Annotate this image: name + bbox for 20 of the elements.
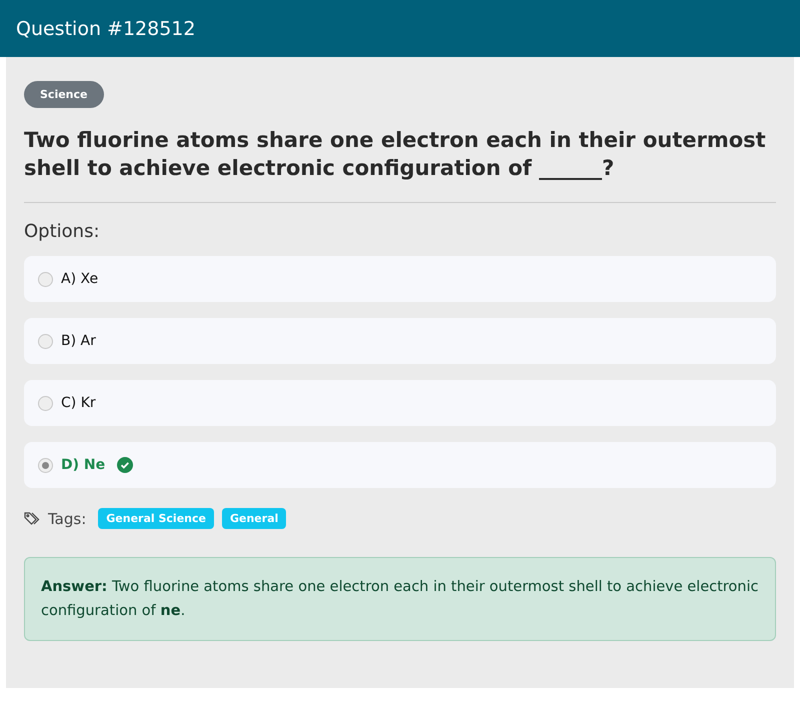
options-label: Options: (24, 221, 101, 242)
radio-button[interactable] (38, 458, 53, 472)
question-title: Question #128512 (16, 18, 196, 40)
answer-text: Answer: Two fluorine atoms share one electron each in their outermost shell to achieve electronic configuration of ne. (41, 579, 758, 619)
radio-button[interactable] (38, 334, 53, 348)
category-badge: Science (24, 81, 104, 108)
radio-button[interactable] (38, 396, 53, 410)
option-label: D) Ne (61, 457, 106, 473)
tags-icon (24, 510, 40, 526)
option-item[interactable]: B) Ar (24, 318, 776, 364)
option-item[interactable]: A) Xe (24, 256, 776, 302)
tags-label: Tags: (48, 510, 86, 528)
question-text: Two fluorine atoms share one electron each in their outermost shell to achieve electronic configuration of ______? (24, 127, 767, 182)
radio-button[interactable] (38, 272, 53, 286)
check-circle-icon (117, 457, 134, 473)
option-label: A) Xe (61, 271, 98, 287)
option-label: B) Ar (61, 333, 96, 349)
option-item[interactable]: C) Kr (24, 380, 776, 426)
option-label: C) Kr (61, 395, 96, 411)
option-item[interactable]: D) Ne (24, 442, 776, 488)
